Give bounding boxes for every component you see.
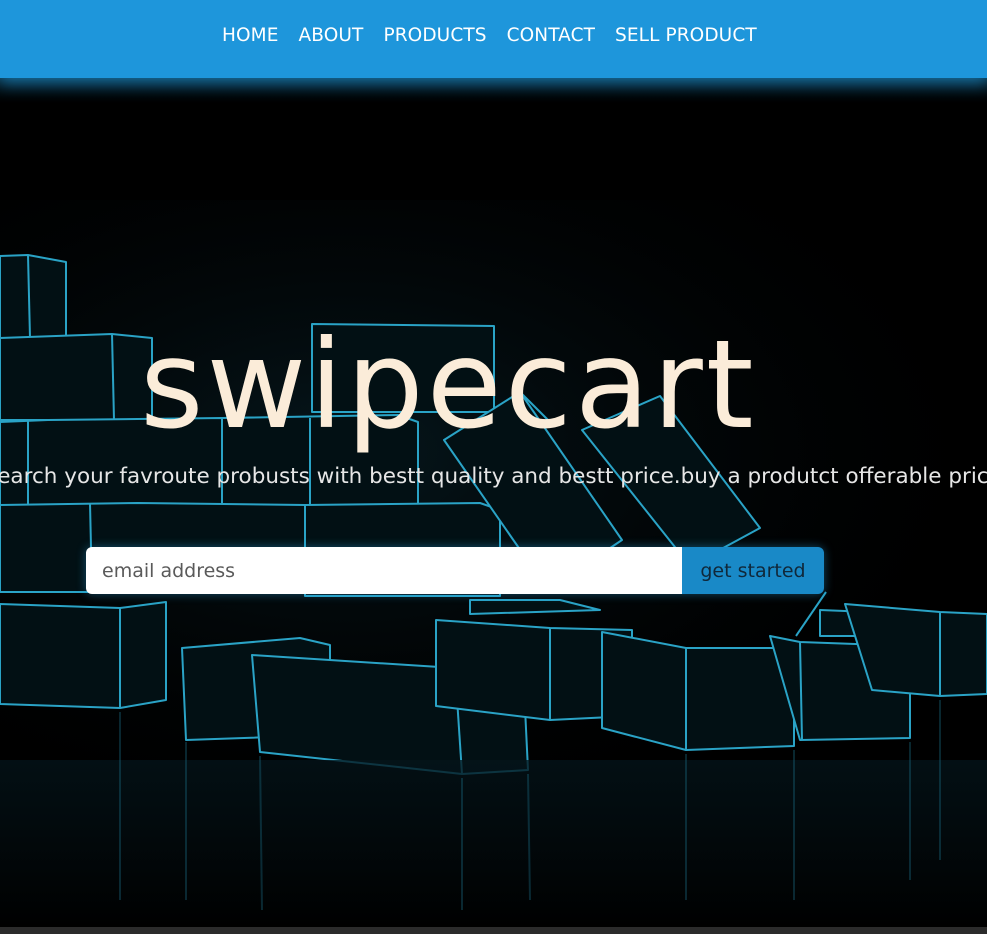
nav-item-about[interactable]: ABOUT [299,25,364,46]
hero-background-image [0,78,987,928]
window-bottom-edge [0,927,987,934]
email-input[interactable] [86,547,682,594]
signup-form: get started [86,547,824,594]
nav-item-sell-product[interactable]: SELL PRODUCT [615,25,757,46]
nav-item-home[interactable]: HOME [222,25,279,46]
get-started-button[interactable]: get started [682,547,824,594]
hero-tagline: search your favroute probusts with bestt… [0,464,987,489]
navbar: HOME ABOUT PRODUCTS CONTACT SELL PRODUCT [0,0,987,78]
nav-menu: HOME ABOUT PRODUCTS CONTACT SELL PRODUCT [222,25,757,46]
page: HOME ABOUT PRODUCTS CONTACT SELL PRODUCT [0,0,987,934]
hero-title: swipecart [140,314,757,456]
nav-item-contact[interactable]: CONTACT [507,25,595,46]
nav-item-products[interactable]: PRODUCTS [383,25,486,46]
